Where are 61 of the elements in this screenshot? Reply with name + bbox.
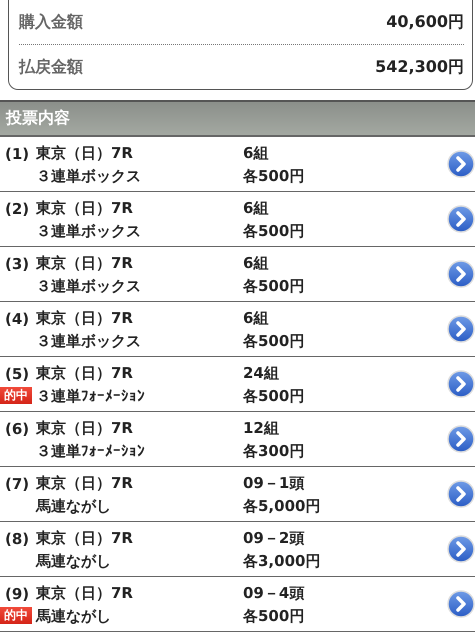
summary-label: 払戻金額 <box>19 56 83 78</box>
bet-count: 12組 <box>243 418 280 438</box>
bet-type: ３連単ボックス <box>36 220 142 240</box>
race-name: 東京（日）7R <box>36 252 134 272</box>
bet-number: (3) <box>4 254 30 274</box>
bet-type: ３連単ﾌｫｰﾒｰｼｮﾝ <box>36 440 146 460</box>
race-name: 東京（日）7R <box>36 308 134 328</box>
bet-type: 馬連ながし <box>36 606 112 626</box>
race-name: 東京（日）7R <box>36 528 134 548</box>
bet-amount: 各5,000円 <box>243 496 322 516</box>
bet-amount: 各500円 <box>243 220 306 240</box>
bet-type: 馬連ながし <box>36 550 112 570</box>
race-name: 東京（日）7R <box>36 418 134 438</box>
bet-number: (9) <box>4 584 30 604</box>
chevron-icon[interactable] <box>447 315 475 343</box>
bet-count: 24組 <box>243 362 280 382</box>
chevron-icon[interactable] <box>447 590 475 618</box>
section-header: 投票内容 <box>0 100 475 137</box>
bet-count: 6組 <box>243 308 270 328</box>
bet-type: ３連単ボックス <box>36 330 142 350</box>
hit-badge: 的中 <box>0 387 32 404</box>
chevron-icon[interactable] <box>447 260 475 288</box>
chevron-icon[interactable] <box>447 480 475 508</box>
bet-number: (1) <box>4 144 30 164</box>
bet-amount: 各300円 <box>243 440 306 460</box>
race-name: 東京（日）7R <box>36 142 134 162</box>
summary-label: 購入金額 <box>19 12 83 32</box>
race-name: 東京（日）7R <box>36 582 134 602</box>
bet-type: ３連単ﾌｫｰﾒｰｼｮﾝ <box>36 386 146 406</box>
bet-number: (8) <box>4 529 30 549</box>
bet-type: ３連単ボックス <box>36 276 142 296</box>
race-name: 東京（日）7R <box>36 198 134 218</box>
bet-number: (7) <box>4 474 30 494</box>
bet-amount: 各500円 <box>243 606 306 626</box>
bet-amount: 各500円 <box>243 386 306 406</box>
bet-type: 馬連ながし <box>36 496 112 516</box>
bet-amount: 各3,000円 <box>243 550 322 570</box>
bet-number: (5) <box>4 364 30 384</box>
bet-number: (6) <box>4 419 30 439</box>
bet-number: (4) <box>4 309 30 329</box>
chevron-icon[interactable] <box>447 535 475 563</box>
bet-count: 09－2頭 <box>243 528 306 548</box>
chevron-icon[interactable] <box>447 150 475 178</box>
bet-type: ３連単ボックス <box>36 166 142 186</box>
chevron-icon[interactable] <box>447 425 475 453</box>
bet-count: 09－4頭 <box>243 582 306 602</box>
summary-value: 542,300円 <box>375 56 464 78</box>
bet-count: 6組 <box>243 142 270 162</box>
hit-badge: 的中 <box>0 607 32 624</box>
race-name: 東京（日）7R <box>36 362 134 382</box>
bet-amount: 各500円 <box>243 330 306 350</box>
race-name: 東京（日）7R <box>36 472 134 492</box>
bet-amount: 各500円 <box>243 166 306 186</box>
bet-amount: 各500円 <box>243 276 306 296</box>
bet-count: 6組 <box>243 252 270 272</box>
summary-value: 40,600円 <box>386 12 464 32</box>
bet-count: 6組 <box>243 198 270 218</box>
bet-count: 09－1頭 <box>243 472 306 492</box>
bet-number: (2) <box>4 199 30 219</box>
chevron-icon[interactable] <box>447 205 475 233</box>
chevron-icon[interactable] <box>447 370 475 398</box>
